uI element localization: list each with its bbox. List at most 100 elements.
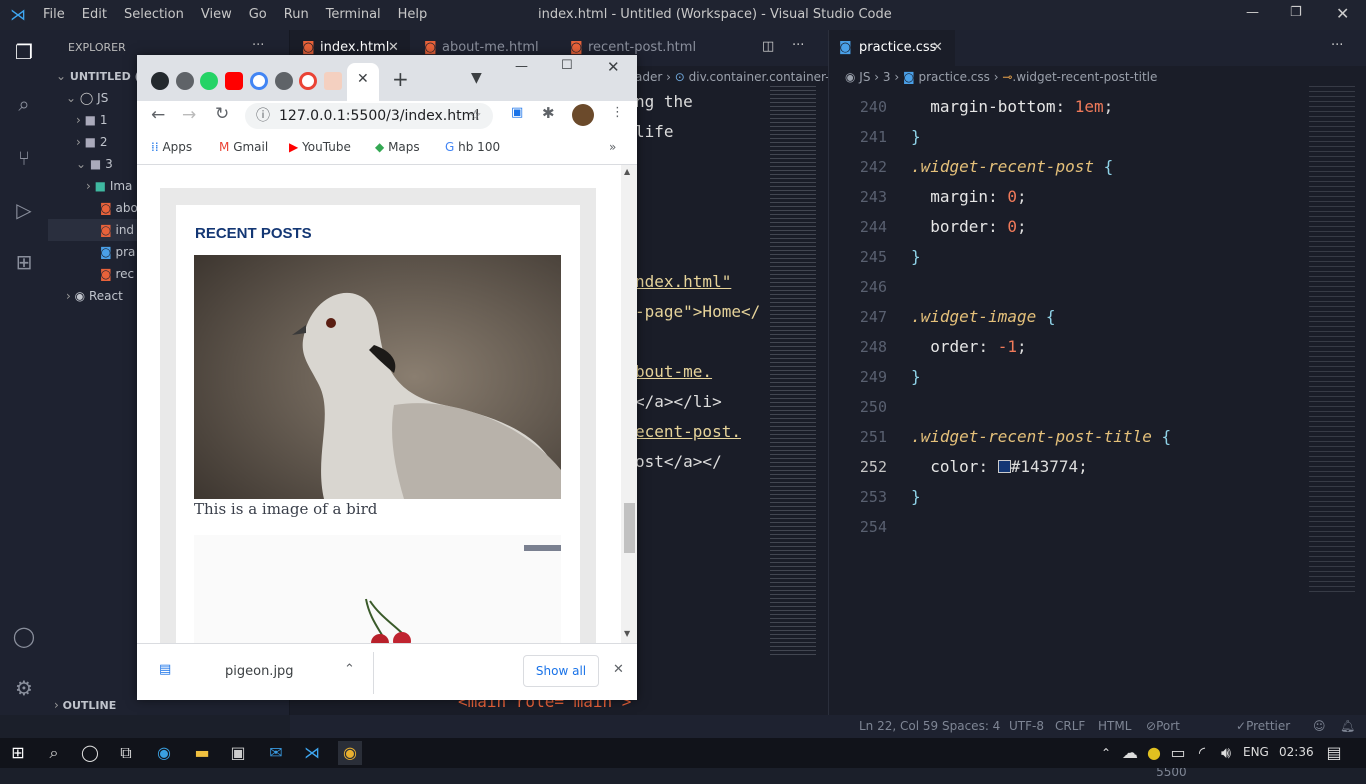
menu-terminal[interactable]: Terminal — [326, 7, 381, 22]
download-options-icon[interactable]: ⌃ — [344, 662, 355, 677]
scroll-up-icon[interactable]: ▲ — [624, 167, 630, 176]
menu-go[interactable]: Go — [249, 7, 267, 22]
bookmark-youtube[interactable]: ▶ YouTube — [289, 140, 351, 154]
divider — [373, 652, 374, 694]
google-tab-icon[interactable] — [299, 72, 317, 90]
reload-icon[interactable]: ↻ — [215, 104, 229, 124]
bookmark-star-icon[interactable]: ☆ — [469, 103, 482, 129]
menu-view[interactable]: View — [201, 7, 232, 22]
source-control-icon[interactable]: ⑂ — [12, 146, 36, 170]
whatsapp-tab-icon[interactable] — [200, 72, 218, 90]
close-icon[interactable]: ✕ — [607, 58, 620, 76]
bookmark-maps[interactable]: ◆ Maps — [375, 140, 420, 154]
language-indicator[interactable]: ENG — [1243, 745, 1269, 759]
show-all-button[interactable]: Show all — [523, 655, 599, 687]
line-number: 240 — [859, 98, 887, 116]
app-tray-icon[interactable]: ● — [1142, 741, 1166, 765]
cursor-position[interactable]: Ln 22, Col 59 — [859, 715, 938, 738]
bookmark-apps[interactable]: ⁞⁞ Apps — [151, 140, 192, 154]
explorer-icon[interactable]: ❐ — [12, 40, 36, 64]
back-icon[interactable]: ← — [151, 105, 165, 125]
restore-icon[interactable]: ❐ — [1290, 5, 1302, 20]
github-tab-icon[interactable] — [151, 72, 169, 90]
close-shelf-icon[interactable]: ✕ — [613, 662, 624, 677]
pigeon-illustration — [194, 255, 561, 499]
cherries-image[interactable] — [194, 535, 561, 643]
menu-run[interactable]: Run — [284, 7, 309, 22]
globe-tab-icon[interactable] — [176, 72, 194, 90]
close-icon[interactable]: ✕ — [1336, 4, 1349, 23]
cortana-icon[interactable]: ◯ — [78, 741, 102, 765]
active-tab[interactable]: ✕ — [347, 63, 379, 101]
run-debug-icon[interactable]: ▷ — [12, 198, 36, 222]
editor-more-icon[interactable]: ··· — [1331, 38, 1343, 53]
google-tab-icon[interactable] — [250, 72, 268, 90]
search-icon[interactable]: ⌕ — [42, 741, 66, 765]
code-line: } — [911, 367, 921, 386]
globe-tab-icon[interactable] — [275, 72, 293, 90]
file-explorer-icon[interactable]: ▬ — [190, 741, 214, 765]
screen-cast-icon[interactable]: ▣ — [511, 105, 523, 120]
chrome-menu-icon[interactable]: ⋮ — [611, 105, 624, 120]
menu-file[interactable]: File — [43, 7, 65, 22]
chrome-icon[interactable]: ◉ — [338, 741, 362, 765]
address-bar[interactable]: ⓘ 127.0.0.1:5500/3/index.html ☆ — [245, 103, 493, 129]
minimize-icon[interactable]: — — [1246, 5, 1259, 20]
site-tab-icon[interactable] — [324, 72, 342, 90]
encoding[interactable]: UTF-8 — [1009, 715, 1044, 738]
minimap[interactable] — [1309, 86, 1355, 596]
volume-icon[interactable]: 🔊︎ — [1214, 741, 1238, 765]
vscode-icon[interactable]: ⋊ — [300, 741, 324, 765]
minimap[interactable] — [770, 86, 816, 656]
notifications-icon[interactable]: 🔔︎ — [1340, 715, 1355, 738]
store-icon[interactable]: ▣ — [226, 741, 250, 765]
bird-image[interactable] — [194, 255, 561, 499]
language-mode[interactable]: HTML — [1098, 715, 1131, 738]
settings-gear-icon[interactable]: ⚙ — [12, 676, 36, 700]
tab-close-icon[interactable]: ✕ — [357, 71, 369, 87]
maximize-icon[interactable]: ☐ — [561, 58, 573, 73]
more-actions-icon[interactable]: ··· — [252, 38, 264, 53]
youtube-tab-icon[interactable] — [225, 72, 243, 90]
task-view-icon[interactable]: ⧉ — [114, 741, 138, 765]
new-tab-icon[interactable]: + — [392, 67, 409, 91]
chrome-window: ✕ + ▼ — ☐ ✕ ← → ↻ ⓘ 127.0.0.1:5500/3/inde… — [137, 55, 637, 700]
mail-icon[interactable]: ✉ — [264, 741, 288, 765]
forward-icon[interactable]: → — [182, 105, 196, 125]
scroll-down-icon[interactable]: ▼ — [624, 629, 630, 638]
bookmark-gmail[interactable]: M Gmail — [219, 140, 268, 154]
extensions-icon[interactable]: ⊞ — [12, 250, 36, 274]
action-center-icon[interactable]: ▤ — [1322, 741, 1346, 765]
tab-practice-css[interactable]: ◙ practice.css ✕ — [829, 30, 955, 66]
tab-close-icon[interactable]: ✕ — [932, 30, 943, 66]
feedback-icon[interactable]: ☺ — [1313, 715, 1326, 738]
page-scrollbar[interactable]: ▲ ▼ — [621, 165, 637, 643]
account-icon[interactable]: ◯ — [12, 624, 36, 648]
edge-icon[interactable]: ◉ — [152, 741, 176, 765]
show-hidden-icons-icon[interactable]: ⌃ — [1094, 741, 1118, 765]
minimize-icon[interactable]: — — [515, 59, 528, 74]
menu-selection[interactable]: Selection — [124, 7, 184, 22]
search-icon[interactable]: ⌕ — [12, 92, 36, 116]
onedrive-icon[interactable]: ☁ — [1118, 741, 1142, 765]
tab-search-icon[interactable]: ▼ — [471, 70, 482, 86]
menu-help[interactable]: Help — [398, 7, 428, 22]
battery-icon[interactable]: ▭ — [1166, 741, 1190, 765]
scrollbar-thumb[interactable] — [624, 503, 635, 553]
line-ending[interactable]: CRLF — [1055, 715, 1085, 738]
site-info-icon[interactable]: ⓘ — [256, 103, 270, 129]
prettier-status[interactable]: ✓ Prettier — [1236, 715, 1290, 738]
clock[interactable]: 02:36 — [1279, 745, 1314, 759]
download-filename[interactable]: pigeon.jpg — [225, 664, 294, 679]
more-bookmarks-icon[interactable]: » — [609, 140, 616, 154]
windows-start-icon[interactable]: ⊞ — [6, 741, 30, 765]
wifi-icon[interactable]: ◜ — [1190, 741, 1214, 765]
editor-more-icon[interactable]: ··· — [792, 38, 804, 53]
menu-edit[interactable]: Edit — [82, 7, 107, 22]
avatar[interactable] — [572, 104, 594, 126]
extensions-icon[interactable]: ✱ — [542, 104, 555, 122]
bookmark-hb100[interactable]: G hb 100 — [445, 140, 500, 154]
live-server-port[interactable]: ⊘ Port : 5500 — [1146, 715, 1187, 779]
split-editor-icon[interactable]: ◫ — [762, 39, 774, 54]
indentation[interactable]: Spaces: 4 — [942, 715, 1000, 738]
